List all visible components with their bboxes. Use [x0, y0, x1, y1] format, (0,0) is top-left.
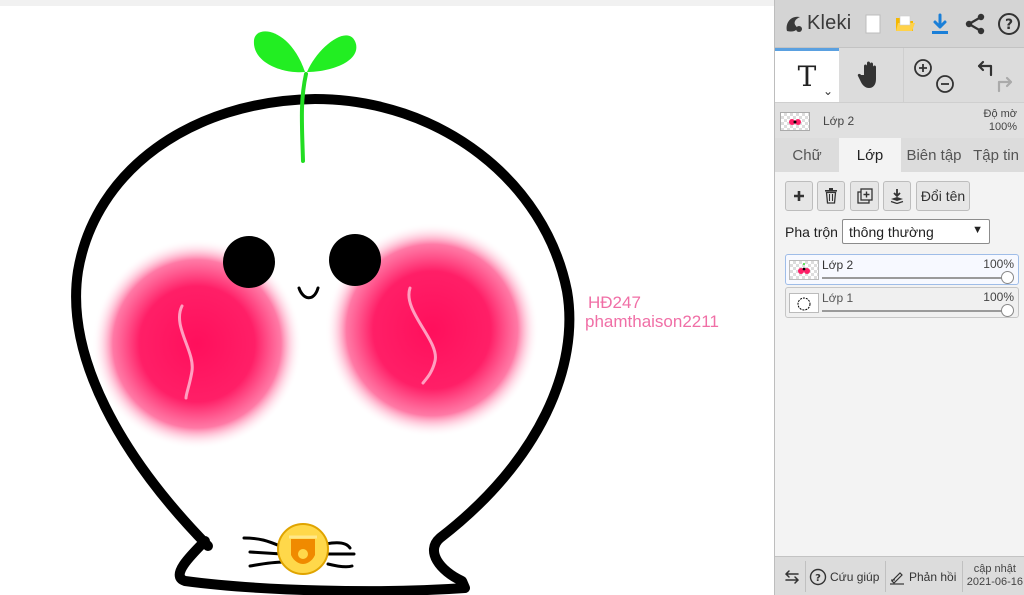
hand-tool-button[interactable] — [839, 48, 903, 102]
opacity-readout[interactable]: Độ mờ 100% — [984, 108, 1018, 134]
drawing-canvas[interactable]: HĐ247 phamthaison2211 — [0, 0, 774, 595]
layer-opacity: 100% — [983, 257, 1014, 271]
pencil-icon — [890, 571, 904, 585]
update-info[interactable]: cập nhật 2021-06-16 — [967, 563, 1023, 589]
tab-edit[interactable]: Biên tập — [901, 138, 967, 172]
share-icon[interactable] — [963, 12, 987, 36]
layer-name: Lớp 2 — [822, 258, 854, 272]
undo-icon[interactable] — [977, 60, 993, 77]
mouth — [297, 286, 320, 300]
zoom-tools — [903, 48, 963, 102]
chevron-down-icon[interactable]: ⌄ — [823, 84, 833, 98]
add-layer-button[interactable] — [785, 181, 813, 211]
right-legs — [324, 541, 356, 569]
sprout-leaf-left — [253, 31, 305, 73]
duplicate-layer-button[interactable] — [850, 181, 879, 211]
layers-panel: Đổi tên Pha trộn thông thường ▼ Lớp 2 10… — [775, 172, 1024, 556]
merge-down-icon — [890, 189, 904, 204]
watermark-line-1: HĐ247 — [588, 293, 641, 312]
zoom-out-icon[interactable] — [935, 75, 954, 93]
layer-thumbnail — [780, 112, 810, 131]
update-label: cập nhật — [973, 563, 1016, 575]
current-layer-name: Lớp 2 — [823, 114, 855, 128]
layer-item-2[interactable]: Lớp 2 100% — [785, 254, 1019, 285]
svg-text:?: ? — [1005, 17, 1013, 33]
text-tool-icon: T — [797, 60, 817, 93]
hand-tool-icon — [857, 61, 876, 88]
tab-file[interactable]: Tập tin — [967, 138, 1024, 172]
kleki-logo-icon — [786, 16, 802, 32]
separator — [885, 561, 886, 592]
layer-opacity-slider[interactable] — [822, 277, 1008, 279]
top-bar: Kleki ? — [775, 0, 1024, 48]
tool-row: T ⌄ — [775, 48, 1024, 102]
opacity-label: Độ mờ — [983, 108, 1018, 120]
sprout-stem — [299, 72, 308, 163]
watermark-line-2: phamthaison2211 — [585, 312, 719, 331]
left-eye — [223, 236, 275, 288]
delete-layer-icon — [825, 188, 837, 204]
layer-item-1[interactable]: Lớp 1 100% — [785, 287, 1019, 318]
feedback-label: Phản hồi — [909, 569, 957, 584]
blend-mode-select[interactable]: thông thường ▼ — [842, 219, 990, 244]
side-panel: Kleki ? T ⌄ Lớp 2 Độ mờ 100% Chữ Lớp Biê… — [774, 0, 1024, 595]
layer-thumbnail — [789, 260, 819, 280]
swap-arrows-icon — [784, 569, 800, 584]
current-layer-info: Lớp 2 Độ mờ 100% — [775, 102, 1024, 138]
tab-layers[interactable]: Lớp — [839, 138, 901, 172]
tab-text[interactable]: Chữ — [775, 138, 839, 172]
app-name: Kleki — [807, 12, 852, 34]
help-icon[interactable]: ? — [997, 12, 1021, 36]
layer-name: Lớp 1 — [822, 291, 854, 305]
bottom-bar: ? Cứu giúp Phản hồi cập nhật 2021-06-16 — [775, 556, 1024, 595]
help-circle-icon: ? — [809, 568, 827, 585]
redo-icon[interactable] — [997, 76, 1013, 93]
layer-opacity: 100% — [983, 290, 1014, 304]
merge-down-button[interactable] — [883, 181, 911, 211]
delete-layer-button[interactable] — [817, 181, 845, 211]
help-button[interactable]: ? Cứu giúp — [809, 557, 879, 595]
text-tool-button[interactable]: T ⌄ — [775, 48, 839, 102]
blend-mode-label: Pha trộn — [785, 224, 838, 240]
chevron-down-icon: ▼ — [972, 224, 983, 236]
layer-opacity-slider[interactable] — [822, 310, 1008, 312]
opacity-value: 100% — [988, 121, 1017, 133]
panel-tabs: Chữ Lớp Biên tập Tập tin — [775, 138, 1024, 172]
blend-mode-value: thông thường — [849, 223, 934, 240]
right-eye — [329, 234, 381, 286]
rename-layer-button[interactable]: Đổi tên — [916, 181, 970, 211]
swap-layout-button[interactable] — [781, 557, 803, 595]
undo-redo-tools — [963, 48, 1024, 102]
separator — [805, 561, 806, 592]
feedback-button[interactable]: Phản hồi — [889, 557, 956, 595]
slider-handle[interactable] — [1001, 304, 1014, 317]
artwork — [71, 31, 575, 595]
download-icon[interactable] — [928, 12, 952, 36]
open-folder-icon[interactable] — [893, 12, 917, 36]
slider-handle[interactable] — [1001, 271, 1014, 284]
update-date: 2021-06-16 — [966, 576, 1023, 588]
separator — [962, 561, 963, 592]
zoom-in-icon[interactable] — [913, 59, 932, 77]
svg-text:?: ? — [815, 573, 821, 584]
add-layer-icon — [794, 191, 804, 201]
new-document-icon[interactable] — [861, 12, 885, 36]
help-label: Cứu giúp — [830, 569, 880, 584]
layer-thumbnail — [789, 293, 819, 313]
duplicate-layer-icon — [856, 188, 873, 204]
sprout-leaf-right — [307, 35, 357, 72]
app-logo[interactable]: Kleki — [783, 0, 851, 48]
